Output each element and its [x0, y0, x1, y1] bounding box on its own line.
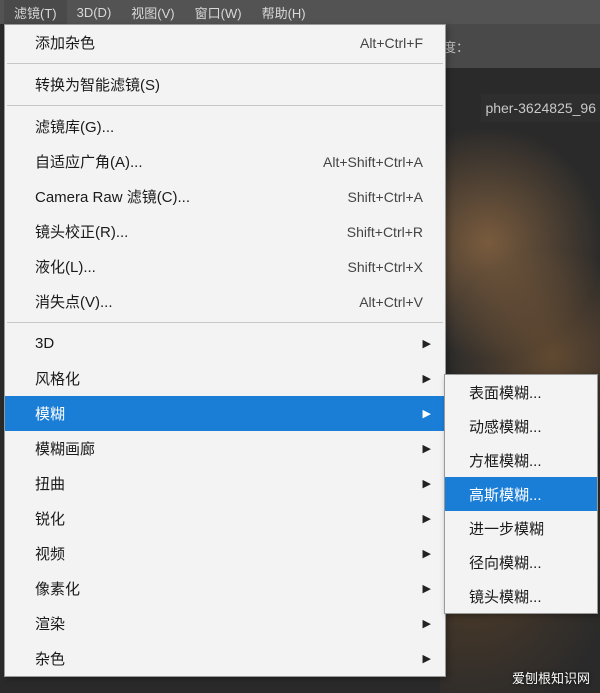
menu-pixelate[interactable]: 像素化 ▶	[5, 571, 445, 606]
menu-label: 添加杂色	[35, 32, 360, 53]
menu-label: 液化(L)...	[35, 256, 348, 277]
menu-label: 像素化	[35, 578, 423, 599]
submenu-arrow-icon: ▶	[423, 337, 431, 350]
menu-convert-smart-filter[interactable]: 转换为智能滤镜(S)	[5, 67, 445, 102]
menu-label: 锐化	[35, 508, 423, 529]
menu-separator	[7, 322, 443, 323]
menubar-window[interactable]: 窗口(W)	[185, 0, 252, 25]
menubar-view[interactable]: 视图(V)	[121, 0, 184, 25]
menu-lens-correction[interactable]: 镜头校正(R)... Shift+Ctrl+R	[5, 214, 445, 249]
submenu-label: 进一步模糊	[469, 518, 544, 539]
menu-3d[interactable]: 3D ▶	[5, 326, 445, 361]
menu-stylize[interactable]: 风格化 ▶	[5, 361, 445, 396]
menu-shortcut: Shift+Ctrl+R	[347, 224, 423, 240]
watermark-text: 爱刨根知识网	[512, 668, 590, 687]
submenu-motion-blur[interactable]: 动感模糊...	[445, 409, 597, 443]
menu-filter-gallery[interactable]: 滤镜库(G)...	[5, 109, 445, 144]
submenu-blur-more[interactable]: 进一步模糊	[445, 511, 597, 545]
menu-label: 消失点(V)...	[35, 291, 359, 312]
menu-shortcut: Alt+Shift+Ctrl+A	[323, 154, 423, 170]
menu-blur[interactable]: 模糊 ▶	[5, 396, 445, 431]
menu-shortcut: Shift+Ctrl+X	[348, 259, 423, 275]
menu-render[interactable]: 渲染 ▶	[5, 606, 445, 641]
menu-shortcut: Alt+Ctrl+V	[359, 294, 423, 310]
menubar-3d[interactable]: 3D(D)	[67, 2, 122, 23]
submenu-arrow-icon: ▶	[423, 582, 431, 595]
document-tab[interactable]: pher-3624825_96	[481, 94, 600, 122]
submenu-label: 方框模糊...	[469, 450, 542, 471]
menu-adaptive-wide-angle[interactable]: 自适应广角(A)... Alt+Shift+Ctrl+A	[5, 144, 445, 179]
menu-separator	[7, 105, 443, 106]
menu-distort[interactable]: 扭曲 ▶	[5, 466, 445, 501]
submenu-arrow-icon: ▶	[423, 547, 431, 560]
submenu-label: 镜头模糊...	[469, 586, 542, 607]
blur-submenu: 表面模糊... 动感模糊... 方框模糊... 高斯模糊... 进一步模糊 径向…	[444, 374, 598, 614]
menu-sharpen[interactable]: 锐化 ▶	[5, 501, 445, 536]
menu-label: 镜头校正(R)...	[35, 221, 347, 242]
menubar-help[interactable]: 帮助(H)	[252, 0, 316, 25]
menu-separator	[7, 63, 443, 64]
submenu-label: 动感模糊...	[469, 416, 542, 437]
menu-noise[interactable]: 杂色 ▶	[5, 641, 445, 676]
menu-label: 杂色	[35, 648, 423, 669]
filter-menu: 添加杂色 Alt+Ctrl+F 转换为智能滤镜(S) 滤镜库(G)... 自适应…	[4, 24, 446, 677]
submenu-radial-blur[interactable]: 径向模糊...	[445, 545, 597, 579]
menu-liquify[interactable]: 液化(L)... Shift+Ctrl+X	[5, 249, 445, 284]
submenu-box-blur[interactable]: 方框模糊...	[445, 443, 597, 477]
menu-shortcut: Shift+Ctrl+A	[348, 189, 423, 205]
submenu-arrow-icon: ▶	[423, 477, 431, 490]
menu-vanishing-point[interactable]: 消失点(V)... Alt+Ctrl+V	[5, 284, 445, 319]
menu-label: 模糊	[35, 403, 423, 424]
menubar-filter[interactable]: 滤镜(T)	[4, 0, 67, 25]
submenu-arrow-icon: ▶	[423, 372, 431, 385]
menu-label: 转换为智能滤镜(S)	[35, 74, 423, 95]
submenu-arrow-icon: ▶	[423, 512, 431, 525]
menu-label: 滤镜库(G)...	[35, 116, 423, 137]
menu-label: 3D	[35, 335, 423, 352]
submenu-lens-blur[interactable]: 镜头模糊...	[445, 579, 597, 613]
submenu-label: 高斯模糊...	[469, 484, 542, 505]
submenu-label: 表面模糊...	[469, 382, 542, 403]
menu-label: 扭曲	[35, 473, 423, 494]
menu-camera-raw[interactable]: Camera Raw 滤镜(C)... Shift+Ctrl+A	[5, 179, 445, 214]
submenu-label: 径向模糊...	[469, 552, 542, 573]
menu-label: 风格化	[35, 368, 423, 389]
menu-label: 模糊画廊	[35, 438, 423, 459]
menu-label: 视频	[35, 543, 423, 564]
menu-blur-gallery[interactable]: 模糊画廊 ▶	[5, 431, 445, 466]
submenu-surface-blur[interactable]: 表面模糊...	[445, 375, 597, 409]
submenu-gaussian-blur[interactable]: 高斯模糊...	[445, 477, 597, 511]
menu-label: 自适应广角(A)...	[35, 151, 323, 172]
submenu-arrow-icon: ▶	[423, 617, 431, 630]
menu-shortcut: Alt+Ctrl+F	[360, 35, 423, 51]
menu-label: Camera Raw 滤镜(C)...	[35, 186, 348, 207]
menu-video[interactable]: 视频 ▶	[5, 536, 445, 571]
submenu-arrow-icon: ▶	[423, 442, 431, 455]
menu-add-noise[interactable]: 添加杂色 Alt+Ctrl+F	[5, 25, 445, 60]
menu-label: 渲染	[35, 613, 423, 634]
menubar: 滤镜(T) 3D(D) 视图(V) 窗口(W) 帮助(H)	[0, 0, 600, 24]
submenu-arrow-icon: ▶	[423, 407, 431, 420]
watermark: 爱刨根知识网	[512, 668, 590, 687]
submenu-arrow-icon: ▶	[423, 652, 431, 665]
